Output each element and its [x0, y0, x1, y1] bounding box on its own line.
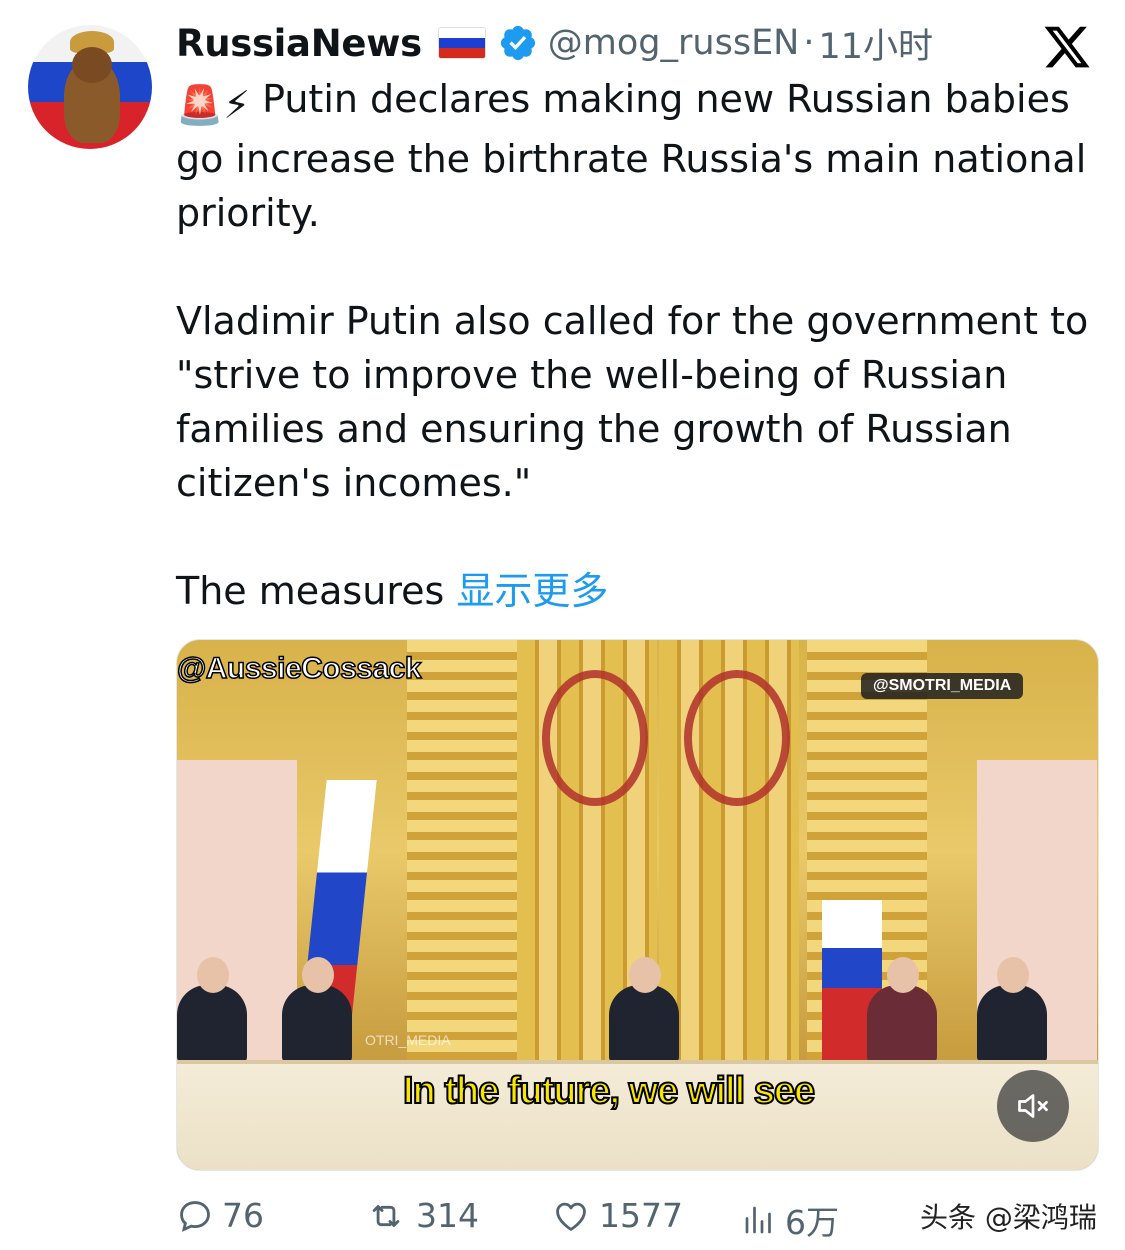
video-subtitle: In the future, we will see: [402, 1069, 816, 1113]
tweet-paragraph-1: 🚨⚡ Putin declares making new Russian bab…: [176, 72, 1106, 240]
bear-head: [72, 47, 112, 83]
show-more-link[interactable]: 显示更多: [456, 569, 608, 613]
tweet-paragraph-3: The measures 显示更多: [176, 564, 1106, 618]
like-count: 1577: [599, 1196, 683, 1235]
tweet-header: RussiaNews @mog_russEN · 11小时: [176, 18, 933, 68]
x-logo-icon[interactable]: [1040, 22, 1094, 72]
tweet-text: 🚨⚡ Putin declares making new Russian bab…: [176, 72, 1106, 618]
repost-button[interactable]: 314: [364, 1196, 479, 1235]
like-button[interactable]: 1577: [551, 1196, 683, 1235]
reply-count: 76: [222, 1196, 264, 1235]
golden-door-right: [659, 640, 799, 1060]
watermark-right: @SMOTRI_MEDIA: [861, 673, 1024, 699]
tweet-paragraph-2: Vladimir Putin also called for the gover…: [176, 299, 1089, 505]
pillar: [407, 640, 467, 1070]
reply-button[interactable]: 76: [176, 1196, 264, 1235]
footer-watermark: 头条 @梁鸿瑞: [920, 1201, 1097, 1234]
video-player[interactable]: @AussieCossack @SMOTRI_MEDIA OTRI_MEDIA …: [176, 639, 1099, 1171]
timestamp[interactable]: 11小时: [819, 18, 934, 69]
person: [977, 957, 1047, 1063]
views-count: 6万: [785, 1203, 839, 1242]
repost-icon: [372, 1204, 400, 1227]
separator: ·: [803, 23, 815, 63]
speaker-muted-icon: [1018, 1094, 1048, 1118]
watermark-left: @AussieCossack: [177, 651, 422, 686]
person: [867, 957, 937, 1063]
handle[interactable]: @mog_russEN: [548, 23, 800, 63]
verified-badge-icon[interactable]: [498, 23, 538, 63]
person: [609, 957, 679, 1063]
reply-icon: [180, 1200, 210, 1232]
russia-flag-icon: [437, 27, 486, 59]
emoji-siren-lightning: 🚨⚡: [176, 83, 250, 127]
avatar[interactable]: [28, 25, 152, 149]
views-chart-icon: [745, 1206, 771, 1234]
heart-icon: [556, 1202, 586, 1231]
tweet-line-1: Putin declares making new Russian babies…: [176, 77, 1087, 235]
watermark-mid: OTRI_MEDIA: [365, 1032, 451, 1048]
mute-button[interactable]: [997, 1070, 1069, 1142]
person: [282, 957, 352, 1063]
repost-count: 314: [416, 1196, 479, 1235]
tweet-line-3: The measures: [176, 569, 445, 613]
views-button[interactable]: 6万: [741, 1196, 839, 1244]
person: [177, 957, 247, 1063]
display-name[interactable]: RussiaNews: [176, 22, 422, 65]
